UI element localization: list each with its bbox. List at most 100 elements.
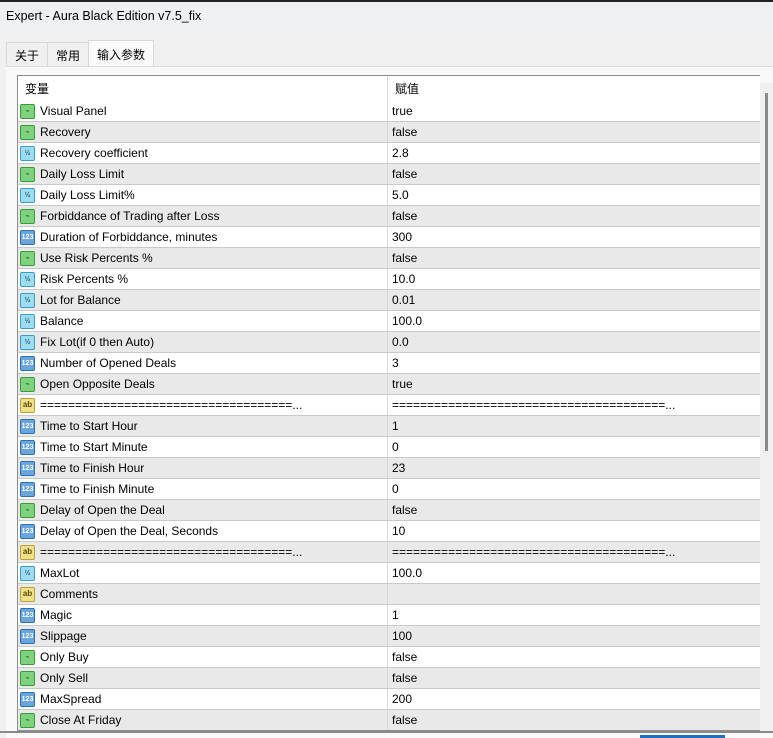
table-row[interactable]: ½ Risk Percents % 10.0 [18,269,760,290]
tab-bar: 关于 常用 输入参数 [6,40,155,66]
value-cell[interactable]: 10.0 [388,272,760,286]
value-cell[interactable]: =======================================.… [388,545,760,559]
variable-name: Recovery [40,125,91,139]
variable-cell: 123 MaxSpread [18,689,388,709]
table-row[interactable]: ⌁ Daily Loss Limit false [18,164,760,185]
table-row[interactable]: ab ====================================..… [18,395,760,416]
value-cell[interactable]: false [388,503,760,517]
table-row[interactable]: 123 Time to Start Hour 1 [18,416,760,437]
header-variable[interactable]: 变量 [18,76,388,101]
value-cell[interactable]: 10 [388,524,760,538]
tab-common[interactable]: 常用 [47,42,90,66]
table-row[interactable]: 123 Delay of Open the Deal, Seconds 10 [18,521,760,542]
value-cell[interactable]: false [388,671,760,685]
table-row[interactable]: 123 MaxSpread 200 [18,689,760,710]
value-cell[interactable]: =======================================.… [388,398,760,412]
variable-cell: ⌁ Open Opposite Deals [18,374,388,394]
value-cell[interactable]: 0.01 [388,293,760,307]
variable-cell: ⌁ Forbiddance of Trading after Loss [18,206,388,226]
variable-cell: ⌁ Use Risk Percents % [18,248,388,268]
variable-cell: ⌁ Visual Panel [18,101,388,121]
value-cell[interactable]: 0 [388,440,760,454]
table-row[interactable]: 123 Slippage 100 [18,626,760,647]
string-type-icon: ab [20,586,35,602]
value-cell[interactable]: 100 [388,629,760,643]
bool-type-icon: ⌁ [20,502,35,518]
value-cell[interactable]: 2.8 [388,146,760,160]
table-row[interactable]: ½ MaxLot 100.0 [18,563,760,584]
table-row[interactable]: ½ Fix Lot(if 0 then Auto) 0.0 [18,332,760,353]
table-row[interactable]: ⌁ Recovery false [18,122,760,143]
value-cell[interactable]: 100.0 [388,566,760,580]
value-cell[interactable]: 1 [388,419,760,433]
variable-name: Only Sell [40,671,89,685]
value-cell[interactable]: 200 [388,692,760,706]
value-cell[interactable]: 300 [388,230,760,244]
value-cell[interactable]: false [388,125,760,139]
variable-cell: 123 Duration of Forbiddance, minutes [18,227,388,247]
table-row[interactable]: ⌁ Open Opposite Deals true [18,374,760,395]
variable-cell: ⌁ Daily Loss Limit [18,164,388,184]
value-cell[interactable]: false [388,209,760,223]
table-row[interactable]: ab Comments [18,584,760,605]
vertical-scrollbar[interactable] [760,83,773,731]
tab-inputs[interactable]: 输入参数 [88,40,155,66]
bool-type-icon: ⌁ [20,670,35,686]
table-row[interactable]: 123 Time to Start Minute 0 [18,437,760,458]
value-cell[interactable]: 23 [388,461,760,475]
bool-type-icon: ⌁ [20,124,35,140]
value-cell[interactable]: true [388,377,760,391]
variable-name: MaxSpread [40,692,102,706]
variable-name: Magic [40,608,73,622]
value-cell[interactable]: 3 [388,356,760,370]
int-type-icon: 123 [20,628,35,644]
table-row[interactable]: 123 Duration of Forbiddance, minutes 300 [18,227,760,248]
table-row[interactable]: ⌁ Forbiddance of Trading after Loss false [18,206,760,227]
table-row[interactable]: ⌁ Delay of Open the Deal false [18,500,760,521]
variable-name: Slippage [40,629,87,643]
variable-name: Delay of Open the Deal [40,503,165,517]
variable-cell: 123 Number of Opened Deals [18,353,388,373]
table-row[interactable]: 123 Time to Finish Minute 0 [18,479,760,500]
variable-cell: ½ MaxLot [18,563,388,583]
value-cell[interactable]: 100.0 [388,314,760,328]
table-row[interactable]: ⌁ Close At Friday false [18,710,760,730]
value-cell[interactable]: true [388,104,760,118]
variable-name: Delay of Open the Deal, Seconds [40,524,219,538]
value-cell[interactable]: 5.0 [388,188,760,202]
double-type-icon: ½ [20,145,35,161]
int-type-icon: 123 [20,439,35,455]
value-cell[interactable]: 0 [388,482,760,496]
bool-type-icon: ⌁ [20,103,35,119]
double-type-icon: ½ [20,565,35,581]
variable-name: Visual Panel [40,104,107,118]
variable-cell: ⌁ Delay of Open the Deal [18,500,388,520]
variable-cell: ½ Daily Loss Limit% [18,185,388,205]
table-row[interactable]: ⌁ Only Buy false [18,647,760,668]
header-value[interactable]: 赋值 [388,80,760,97]
table-row[interactable]: ⌁ Use Risk Percents % false [18,248,760,269]
double-type-icon: ½ [20,334,35,350]
table-row[interactable]: ½ Lot for Balance 0.01 [18,290,760,311]
tab-about[interactable]: 关于 [6,42,49,66]
int-type-icon: 123 [20,460,35,476]
value-cell[interactable]: 0.0 [388,335,760,349]
value-cell[interactable]: false [388,251,760,265]
table-row[interactable]: 123 Number of Opened Deals 3 [18,353,760,374]
variable-name: Time to Finish Minute [40,482,155,496]
value-cell[interactable]: false [388,650,760,664]
table-row[interactable]: ½ Daily Loss Limit% 5.0 [18,185,760,206]
variable-cell: ⌁ Only Buy [18,647,388,667]
table-row[interactable]: ⌁ Visual Panel true [18,101,760,122]
scrollbar-thumb[interactable] [765,93,768,451]
table-row[interactable]: ½ Balance 100.0 [18,311,760,332]
table-row[interactable]: ½ Recovery coefficient 2.8 [18,143,760,164]
table-row[interactable]: 123 Magic 1 [18,605,760,626]
value-cell[interactable]: 1 [388,608,760,622]
table-row[interactable]: 123 Time to Finish Hour 23 [18,458,760,479]
bool-type-icon: ⌁ [20,208,35,224]
value-cell[interactable]: false [388,167,760,181]
table-row[interactable]: ⌁ Only Sell false [18,668,760,689]
table-row[interactable]: ab ====================================..… [18,542,760,563]
value-cell[interactable]: false [388,713,760,727]
